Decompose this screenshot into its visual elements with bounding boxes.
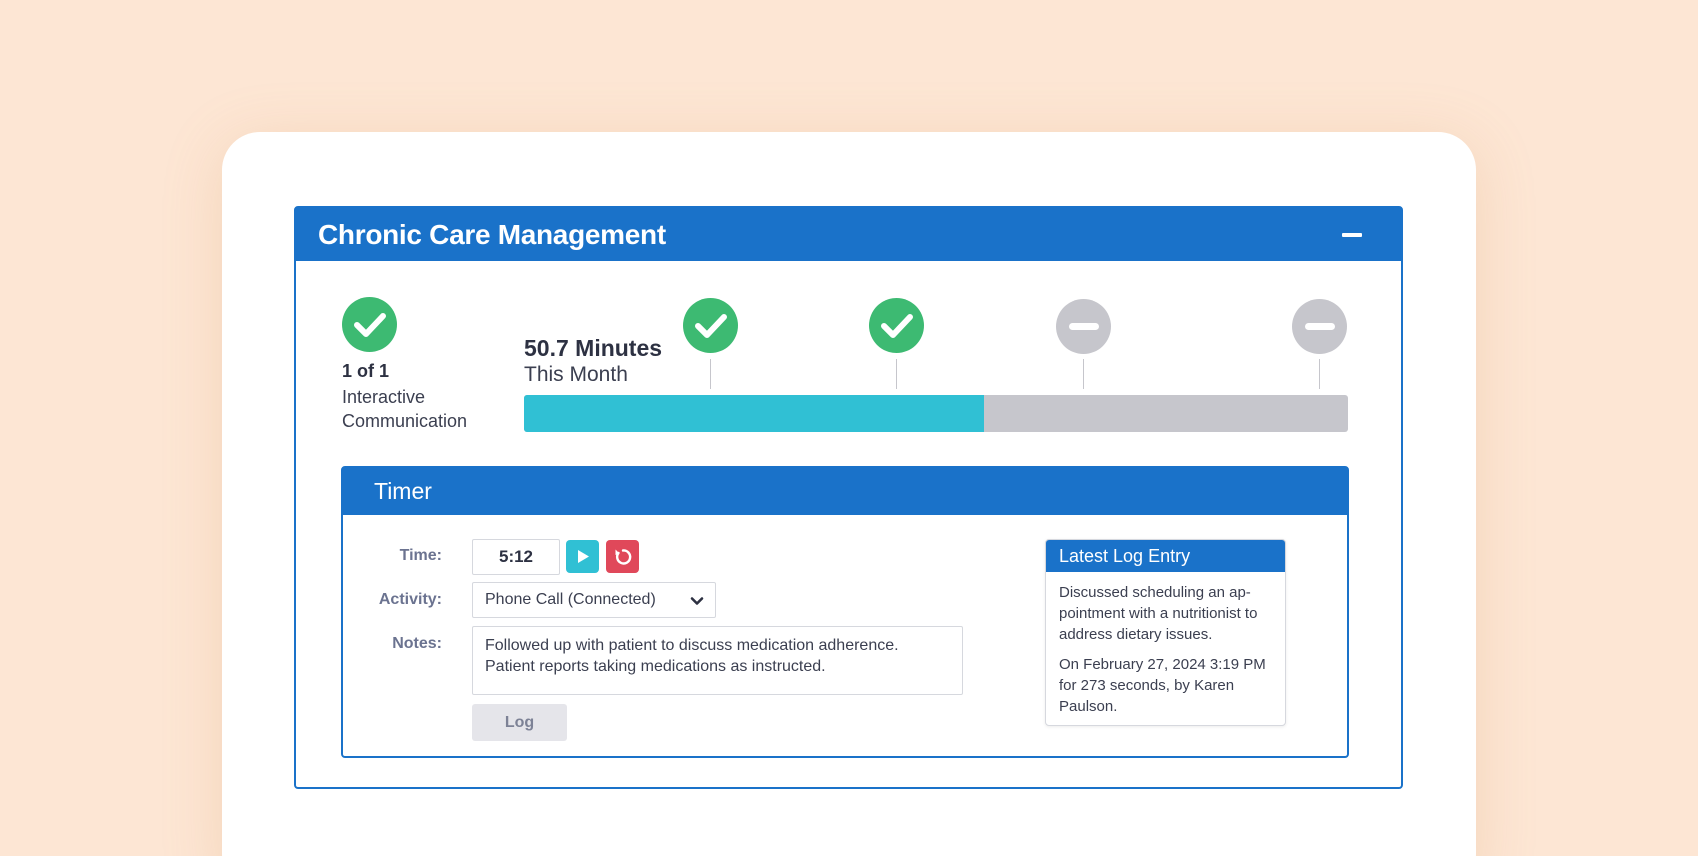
ccm-panel-header: Chronic Care Management	[296, 208, 1401, 261]
activity-label: Activity:	[378, 591, 442, 608]
minutes-label: This Month	[524, 363, 628, 386]
notes-label: Notes:	[392, 635, 442, 652]
timer-header: Timer	[343, 468, 1347, 515]
milestone-2-tick	[896, 359, 897, 389]
log-button[interactable]: Log	[472, 704, 567, 741]
notes-textarea[interactable]: Followed up with patient to discuss medi…	[472, 626, 963, 695]
latest-log-entry-card: Latest Log Entry Discussed scheduling an…	[1045, 539, 1286, 726]
milestone-2-check-icon	[869, 298, 924, 353]
reset-button[interactable]	[606, 540, 639, 573]
milestone-1-tick	[710, 359, 711, 389]
milestone-3-tick	[1083, 359, 1084, 389]
panel-title: Chronic Care Management	[318, 218, 666, 250]
milestone-4-tick	[1319, 359, 1320, 389]
chevron-down-icon	[690, 597, 704, 605]
collapse-button[interactable]	[1339, 226, 1365, 244]
interactive-communication-check-icon	[342, 297, 397, 352]
log-entry-summary: Discussed scheduling an ap-pointment wit…	[1059, 584, 1258, 643]
activity-select[interactable]: Phone Call (Connected)	[472, 582, 716, 618]
milestone-3-pending-icon	[1056, 299, 1111, 354]
log-entry-meta: On February 27, 2024 3:19 PM for 273 sec…	[1059, 656, 1266, 715]
milestone-1-check-icon	[683, 298, 738, 353]
reset-icon	[615, 548, 631, 565]
activity-selected-value: Phone Call (Connected)	[485, 591, 656, 608]
play-button[interactable]	[566, 540, 599, 573]
time-display: 5:12	[472, 539, 560, 575]
minutes-progress-bar	[524, 395, 1348, 432]
latest-log-entry-title: Latest Log Entry	[1046, 540, 1285, 572]
minutes-value: 50.7 Minutes	[524, 335, 663, 361]
minutes-progress-fill	[524, 395, 984, 432]
interactive-communication-count: 1 of 1	[342, 361, 390, 381]
timer-title: Timer	[374, 478, 432, 504]
interactive-communication-label: Interactive Communication	[342, 387, 468, 431]
time-label: Time:	[399, 547, 442, 564]
milestone-4-pending-icon	[1292, 299, 1347, 354]
play-icon	[577, 550, 589, 563]
latest-log-entry-body: Discussed scheduling an ap-pointment wit…	[1046, 572, 1285, 725]
